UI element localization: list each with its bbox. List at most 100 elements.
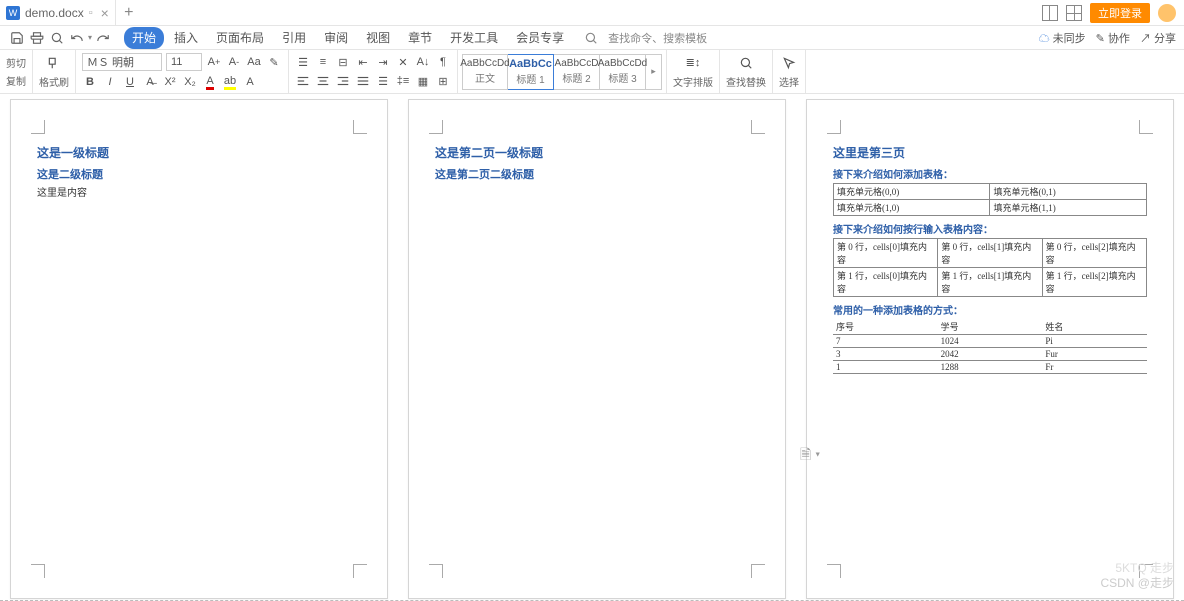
paragraph-mark-icon[interactable]: ¶ xyxy=(435,54,451,70)
distribute-icon[interactable]: ☰ xyxy=(375,73,391,89)
paragraph-group: ☰ ≡ ⊟ ⇤ ⇥ ✕ A↓ ¶ ☰ ‡≡ ▦ ⊞ xyxy=(289,50,458,93)
tab-start[interactable]: 开始 xyxy=(124,27,164,49)
ribbon: 剪切 复制 格式刷 ＭＳ 明朝 11 A+ A- Aa ✎ B I U A̶ X… xyxy=(0,50,1184,94)
cursor-icon xyxy=(781,55,797,71)
underline-icon[interactable]: U xyxy=(122,74,138,90)
styles-group: AaBbCcDd正文 AaBbCc标题 1 AaBbCcD标题 2 AaBbCc… xyxy=(458,50,667,93)
clear-format-icon[interactable]: ✎ xyxy=(266,54,282,70)
tab-reference[interactable]: 引用 xyxy=(274,27,314,49)
clipboard-group: 剪切 复制 xyxy=(0,50,33,93)
p3-sec1: 接下来介绍如何添加表格： xyxy=(833,166,1147,181)
side-page-indicator[interactable]: 🗎 ▾ xyxy=(800,444,820,468)
cut-label[interactable]: 剪切 xyxy=(6,55,26,70)
style-normal[interactable]: AaBbCcDd正文 xyxy=(462,54,508,90)
page-2[interactable]: 这是第二页一级标题 这是第二页二级标题 xyxy=(408,99,786,599)
change-case-icon[interactable]: Aa xyxy=(246,54,262,70)
p3-table1: 填充单元格(0,0)填充单元格(0,1) 填充单元格(1,0)填充单元格(1,1… xyxy=(833,183,1147,216)
p2-h1: 这是第二页一级标题 xyxy=(435,144,759,161)
tab-menu-icon[interactable]: ▫ xyxy=(89,7,93,19)
p3-h1: 这里是第三页 xyxy=(833,144,1147,161)
p1-h2: 这是二级标题 xyxy=(37,166,361,182)
align-right-icon[interactable] xyxy=(335,73,351,89)
tab-devtools[interactable]: 开发工具 xyxy=(442,27,506,49)
font-color-icon[interactable]: A xyxy=(202,74,218,90)
watermark-2: CSDN @走步 xyxy=(1100,574,1174,591)
undo-icon[interactable] xyxy=(68,29,86,47)
bold-icon[interactable]: B xyxy=(82,74,98,90)
layout-1-icon[interactable] xyxy=(1042,5,1058,21)
tab-member[interactable]: 会员专享 xyxy=(508,27,572,49)
number-list-icon[interactable]: ≡ xyxy=(315,54,331,70)
tab-view[interactable]: 视图 xyxy=(358,27,398,49)
increase-indent-icon[interactable]: ⇥ xyxy=(375,54,391,70)
strike-icon[interactable]: A̶ xyxy=(142,74,158,90)
italic-icon[interactable]: I xyxy=(102,74,118,90)
character-border-icon[interactable]: A xyxy=(242,74,258,90)
shading-icon[interactable]: ▦ xyxy=(415,73,431,89)
align-left-icon[interactable] xyxy=(295,73,311,89)
document-name: demo.docx xyxy=(25,6,84,20)
highlight-icon[interactable]: ab xyxy=(222,74,238,90)
find-replace-group[interactable]: 查找替换 xyxy=(720,50,773,93)
p3-table3: 序号学号姓名 71024Pi 32042Fur 11288Fr xyxy=(833,319,1147,374)
new-tab-button[interactable]: + xyxy=(116,0,142,26)
close-tab-icon[interactable]: × xyxy=(101,5,109,21)
redo-icon[interactable] xyxy=(94,29,112,47)
undo-dropdown-icon[interactable]: ▾ xyxy=(88,33,92,42)
p1-body: 这里是内容 xyxy=(37,184,361,199)
document-tab[interactable]: W demo.docx ▫ × xyxy=(0,0,116,26)
font-name-select[interactable]: ＭＳ 明朝 xyxy=(82,53,162,71)
borders-icon[interactable]: ⊞ xyxy=(435,73,451,89)
subscript-icon[interactable]: X₂ xyxy=(182,74,198,90)
line-spacing-icon[interactable]: ‡≡ xyxy=(395,73,411,89)
align-center-icon[interactable] xyxy=(315,73,331,89)
multilevel-list-icon[interactable]: ⊟ xyxy=(335,54,351,70)
tab-review[interactable]: 审阅 xyxy=(316,27,356,49)
tab-layout[interactable]: 页面布局 xyxy=(208,27,272,49)
style-h1[interactable]: AaBbCc标题 1 xyxy=(508,54,554,90)
p3-sec3: 常用的一种添加表格的方式： xyxy=(833,302,1147,317)
bullet-list-icon[interactable]: ☰ xyxy=(295,54,311,70)
word-icon: W xyxy=(6,6,20,20)
tab-chapter[interactable]: 章节 xyxy=(400,27,440,49)
style-h2[interactable]: AaBbCcD标题 2 xyxy=(554,54,600,90)
page-3[interactable]: 这里是第三页 接下来介绍如何添加表格： 填充单元格(0,0)填充单元格(0,1)… xyxy=(806,99,1174,599)
copy-label[interactable]: 复制 xyxy=(6,73,26,88)
search-placeholder[interactable]: 查找命令、搜索模板 xyxy=(608,30,707,46)
share-button[interactable]: ↗ 分享 xyxy=(1140,30,1176,46)
p3-table2: 第 0 行，cells[0]填充内容第 0 行，cells[1]填充内容第 0 … xyxy=(833,238,1147,297)
text-arrange-icon: ≣↕ xyxy=(685,55,701,71)
save-icon[interactable] xyxy=(8,29,26,47)
tabs-icon[interactable]: ✕ xyxy=(395,54,411,70)
collab-button[interactable]: ✎ 协作 xyxy=(1096,30,1130,46)
select-group[interactable]: 选择 xyxy=(773,50,806,93)
style-more[interactable]: ▸ xyxy=(646,54,662,90)
font-size-select[interactable]: 11 xyxy=(166,53,202,71)
print-icon[interactable] xyxy=(28,29,46,47)
brush-icon[interactable] xyxy=(46,55,62,71)
sort-icon[interactable]: A↓ xyxy=(415,54,431,70)
cloud-sync[interactable]: ☁ 未同步 xyxy=(1039,30,1086,46)
login-button[interactable]: 立即登录 xyxy=(1090,3,1150,23)
avatar-icon[interactable] xyxy=(1158,4,1176,22)
find-icon xyxy=(738,55,754,71)
p2-h2: 这是第二页二级标题 xyxy=(435,166,759,182)
document-canvas[interactable]: 这是一级标题 这是二级标题 这里是内容 这是第二页一级标题 这是第二页二级标题 … xyxy=(0,94,1184,601)
search-icon[interactable] xyxy=(582,29,600,47)
tab-insert[interactable]: 插入 xyxy=(166,27,206,49)
format-brush-group[interactable]: 格式刷 xyxy=(33,50,76,93)
decrease-indent-icon[interactable]: ⇤ xyxy=(355,54,371,70)
p3-sec2: 接下来介绍如何按行输入表格内容： xyxy=(833,221,1147,236)
text-arrange-group[interactable]: ≣↕ 文字排版 xyxy=(667,50,720,93)
shrink-font-icon[interactable]: A- xyxy=(226,54,242,70)
preview-icon[interactable] xyxy=(48,29,66,47)
font-group: ＭＳ 明朝 11 A+ A- Aa ✎ B I U A̶ X² X₂ A ab … xyxy=(76,50,289,93)
page-1[interactable]: 这是一级标题 这是二级标题 这里是内容 xyxy=(10,99,388,599)
justify-icon[interactable] xyxy=(355,73,371,89)
grow-font-icon[interactable]: A+ xyxy=(206,54,222,70)
layout-grid-icon[interactable] xyxy=(1066,5,1082,21)
title-bar: W demo.docx ▫ × + 立即登录 xyxy=(0,0,1184,26)
superscript-icon[interactable]: X² xyxy=(162,74,178,90)
style-h3[interactable]: AaBbCcDd标题 3 xyxy=(600,54,646,90)
p1-h1: 这是一级标题 xyxy=(37,144,361,161)
